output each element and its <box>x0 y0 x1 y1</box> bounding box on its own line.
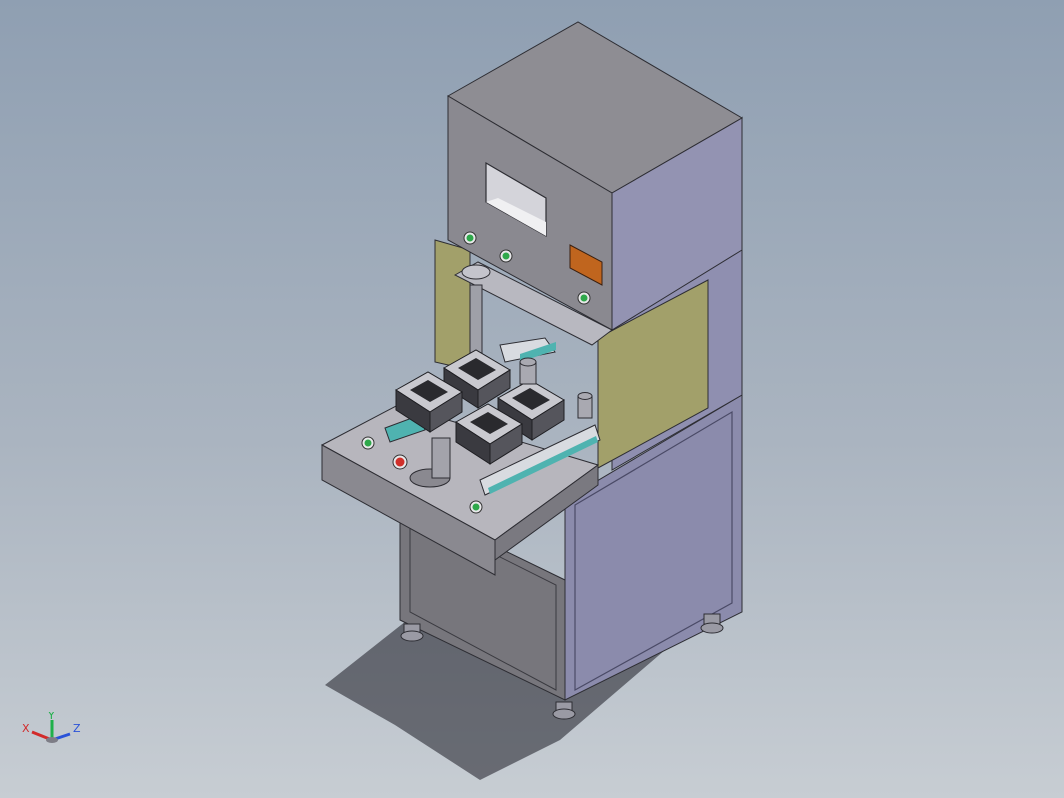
x-axis-label: X <box>22 722 30 735</box>
y-axis-label: Y <box>47 712 55 722</box>
guard-panel-left <box>434 239 471 371</box>
axis-triad: X Y Z <box>22 712 81 743</box>
z-axis-label: Z <box>73 722 81 735</box>
press-flange <box>461 264 491 280</box>
guide-column <box>469 284 483 356</box>
machine-model[interactable] <box>0 0 1064 798</box>
cad-viewport[interactable]: X Y Z <box>0 0 1064 798</box>
table-post <box>431 437 451 479</box>
